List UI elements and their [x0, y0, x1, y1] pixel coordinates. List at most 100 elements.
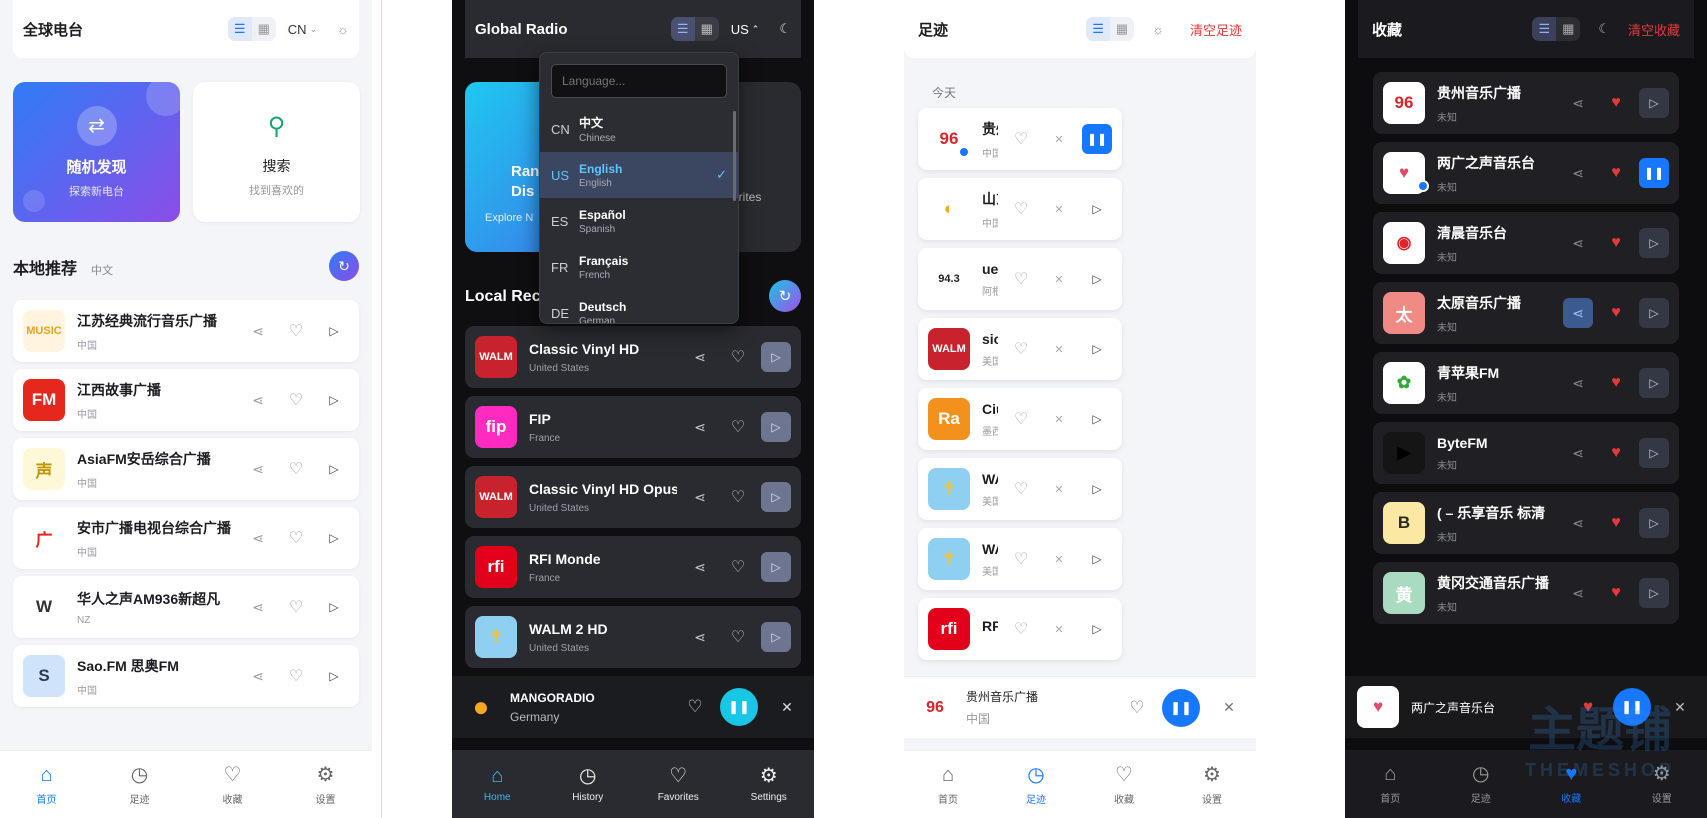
share-icon[interactable]: ⋖	[1563, 228, 1593, 258]
share-icon[interactable]: ⋖	[685, 622, 715, 652]
station-row[interactable]: 94.3 uenos Aires, Argentin 阿根廷 ♡ ✕ ▷	[918, 248, 1122, 310]
nav-item[interactable]: ⌂ 首页	[913, 764, 983, 806]
sun-icon[interactable]: ☼	[337, 22, 349, 37]
play-button[interactable]: ▷	[319, 316, 349, 346]
nav-item[interactable]: ⌂ 首页	[12, 764, 82, 806]
grid-view-icon[interactable]: ▦	[1110, 17, 1134, 41]
station-row[interactable]: 太太原音乐广播 未知 ⋖ ♥ ▷	[1373, 282, 1679, 344]
sun-icon[interactable]: ☼	[1152, 22, 1164, 37]
share-icon[interactable]: ⋖	[1563, 158, 1593, 188]
station-row[interactable]: fip FIP France ⋖ ♡ ▷	[465, 396, 801, 458]
play-button[interactable]: ▷	[1639, 298, 1669, 328]
remove-icon[interactable]: ✕	[1044, 544, 1074, 574]
share-icon[interactable]: ⋖	[1563, 578, 1593, 608]
station-row[interactable]: ◐ 山东音乐广播中国 ♡ ✕ ▷	[918, 178, 1122, 240]
heart-icon[interactable]: ♡	[281, 523, 311, 553]
nav-item[interactable]: ◷ 足迹	[1001, 764, 1071, 806]
heart-filled-icon[interactable]: ♥	[1601, 368, 1631, 398]
play-button[interactable]: ▷	[319, 523, 349, 553]
station-row[interactable]: 96贵州音乐广播中国♡✕❚❚	[918, 108, 1122, 170]
language-option[interactable]: FR Français French	[540, 244, 738, 290]
play-button[interactable]: ▷	[319, 385, 349, 415]
station-row[interactable]: WALM Classic Vinyl HD United States ⋖ ♡ ▷	[465, 326, 801, 388]
heart-filled-icon[interactable]: ♥	[1601, 508, 1631, 538]
station-row[interactable]: ◉ 清晨音乐台 未知 ⋖ ♥ ▷	[1373, 212, 1679, 274]
pause-button[interactable]: ❚❚	[1162, 688, 1200, 727]
close-icon[interactable]: ✕	[1665, 692, 1695, 722]
play-button[interactable]: ▷	[1639, 578, 1669, 608]
close-icon[interactable]: ✕	[1214, 693, 1244, 723]
share-icon[interactable]: ⋖	[243, 316, 273, 346]
grid-view-icon[interactable]: ▦	[252, 17, 276, 41]
share-icon[interactable]: ⋖	[1563, 298, 1593, 328]
play-button[interactable]: ▷	[319, 592, 349, 622]
heart-filled-icon[interactable]: ♥	[1601, 578, 1631, 608]
station-row[interactable]: 黄黄冈交通音乐广播 未知 ⋖ ♥ ▷	[1373, 562, 1679, 624]
heart-filled-icon[interactable]: ♥	[1601, 438, 1631, 468]
station-row[interactable]: rfi RFI Monde France ⋖ ♡ ▷	[465, 536, 801, 598]
station-row[interactable]: S Sao.FM 思奥FM 中国 ⋖ ♡ ▷	[13, 645, 359, 707]
nav-item[interactable]: ♡ 收藏	[1089, 764, 1159, 806]
heart-filled-icon[interactable]: ♥	[1601, 88, 1631, 118]
play-button[interactable]: ▷	[761, 552, 791, 582]
close-icon[interactable]: ✕	[772, 692, 802, 722]
heart-icon[interactable]: ♡	[723, 552, 753, 582]
language-option[interactable]: CN 中文 Chinese	[540, 106, 738, 152]
station-row[interactable]: 96 贵州音乐广播 未知 ⋖ ♥ ▷	[1373, 72, 1679, 134]
nav-item[interactable]: ⚙ 设置	[1627, 763, 1697, 805]
play-button[interactable]: ▷	[761, 412, 791, 442]
pause-button[interactable]: ❚❚	[1613, 688, 1651, 726]
play-button[interactable]: ▷	[1639, 88, 1669, 118]
heart-icon[interactable]: ♡	[723, 482, 753, 512]
play-button[interactable]: ▷	[1082, 264, 1112, 294]
station-row[interactable]: ✝ WALM 2 HD United States ⋖ ♡ ▷	[465, 606, 801, 668]
share-icon[interactable]: ⋖	[243, 454, 273, 484]
share-icon[interactable]: ⋖	[685, 552, 715, 582]
clear-favorites-button[interactable]: 清空收藏	[1628, 20, 1680, 39]
play-button[interactable]: ▷	[319, 661, 349, 691]
list-view-icon[interactable]: ☰	[1086, 17, 1111, 41]
play-button[interactable]: ▷	[1082, 194, 1112, 224]
share-icon[interactable]: ⋖	[1563, 508, 1593, 538]
share-icon[interactable]: ⋖	[1563, 438, 1593, 468]
dropdown-scrollbar[interactable]	[733, 111, 736, 201]
play-button[interactable]: ▷	[1639, 508, 1669, 538]
station-row[interactable]: Ra Ciudad de México 墨西哥 ♡ ✕ ▷	[918, 388, 1122, 450]
heart-icon[interactable]: ♡	[281, 454, 311, 484]
play-button[interactable]: ▷	[1639, 438, 1669, 468]
station-row[interactable]: 广安市广播电视台综合广播 中国 ⋖ ♡ ▷	[13, 507, 359, 569]
refresh-button[interactable]: ↻	[329, 251, 359, 281]
heart-icon[interactable]: ♡	[1006, 334, 1036, 364]
share-icon[interactable]: ⋖	[685, 412, 715, 442]
remove-icon[interactable]: ✕	[1044, 194, 1074, 224]
pause-button[interactable]: ❚❚	[1082, 124, 1112, 154]
nav-item[interactable]: ♡ 收藏	[198, 764, 268, 806]
heart-icon[interactable]: ♡	[1006, 474, 1036, 504]
pause-button[interactable]: ❚❚	[720, 688, 758, 726]
play-button[interactable]: ▷	[1082, 544, 1112, 574]
play-button[interactable]: ▷	[1082, 334, 1112, 364]
heart-icon[interactable]: ♡	[723, 342, 753, 372]
heart-filled-icon[interactable]: ♥	[1601, 228, 1631, 258]
play-button[interactable]: ▷	[1082, 404, 1112, 434]
heart-filled-icon[interactable]: ♥	[1601, 298, 1631, 328]
list-view-icon[interactable]: ☰	[227, 17, 252, 41]
station-row[interactable]: WALM Classic Vinyl HD Opus United States ⋖ ♡…	[465, 466, 801, 528]
heart-filled-icon[interactable]: ♥	[1573, 692, 1603, 722]
heart-icon[interactable]: ♡	[1006, 614, 1036, 644]
heart-icon[interactable]: ♡	[281, 385, 311, 415]
list-view-icon[interactable]: ☰	[1532, 17, 1557, 41]
station-row[interactable]: FM 江西故事广播 中国 ⋖ ♡ ▷	[13, 369, 359, 431]
nav-item[interactable]: ⚙ Settings	[734, 765, 804, 803]
share-icon[interactable]: ⋖	[243, 661, 273, 691]
language-option[interactable]: US English English ✓	[540, 152, 738, 198]
heart-icon[interactable]: ♡	[1006, 264, 1036, 294]
nav-item[interactable]: ◷ 足迹	[1446, 763, 1516, 805]
nav-item[interactable]: ⚙ 设置	[291, 764, 361, 806]
station-row[interactable]: B ( – 乐享音乐 标清 未知 ⋖ ♥ ▷	[1373, 492, 1679, 554]
language-option[interactable]: ES Español Spanish	[540, 198, 738, 244]
station-row[interactable]: ✿ 青苹果FM 未知 ⋖ ♥ ▷	[1373, 352, 1679, 414]
heart-icon[interactable]: ♡	[1006, 124, 1036, 154]
play-button[interactable]: ▷	[761, 482, 791, 512]
station-row[interactable]: 声 AsiaFM安岳综合广播 中国 ⋖ ♡ ▷	[13, 438, 359, 500]
